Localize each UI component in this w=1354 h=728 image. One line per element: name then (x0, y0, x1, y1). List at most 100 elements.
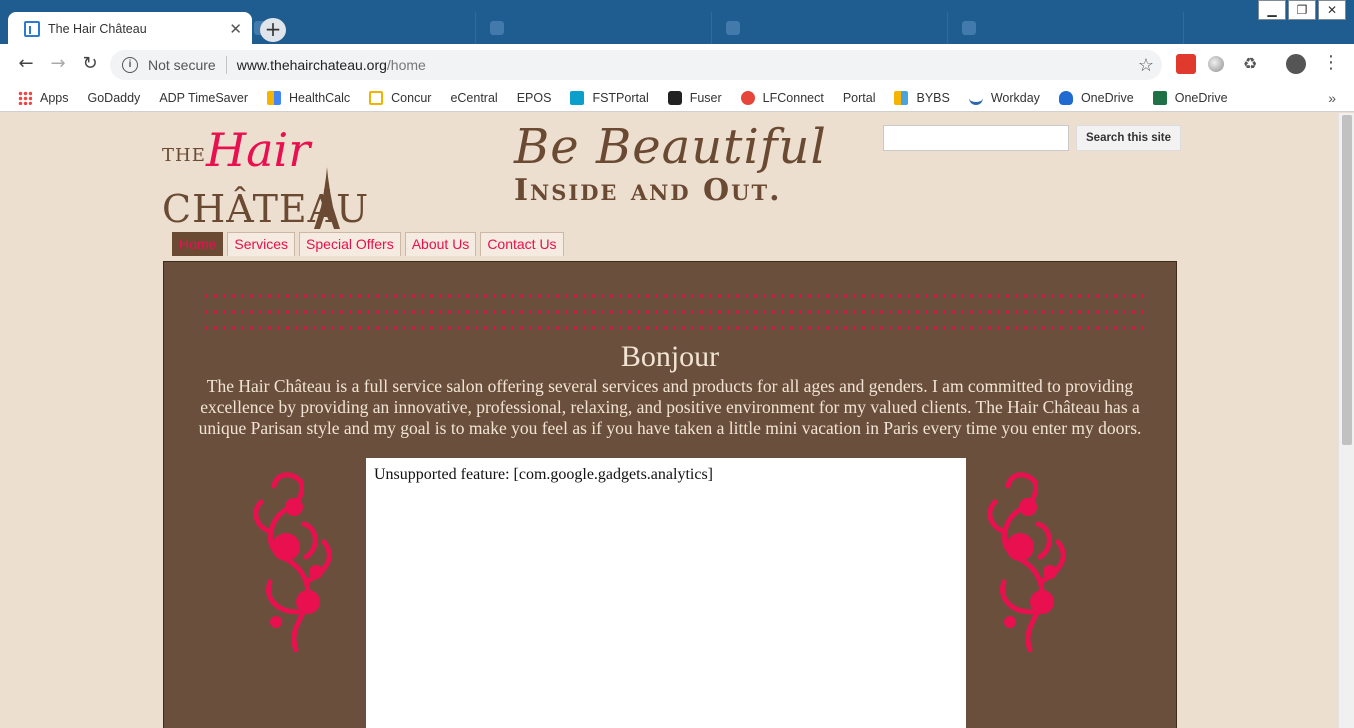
bookmark-item[interactable]: Apps (18, 90, 69, 105)
close-window-button[interactable]: ✕ (1318, 0, 1346, 20)
bookmark-label: Apps (40, 90, 69, 105)
dotted-divider (202, 294, 1144, 298)
background-tab[interactable] (476, 12, 712, 44)
extension-circle-icon[interactable] (1208, 56, 1224, 72)
site-logo[interactable]: THE Hair CHÂTEAU (162, 123, 372, 231)
bookmarks-bar: Apps GoDaddy ADP TimeSaver HealthCalc Concur… (0, 84, 1354, 211)
bookmark-label: ADP TimeSaver (159, 90, 249, 105)
tab-favicon-icon (726, 21, 740, 35)
tab-favicon-icon (490, 21, 504, 35)
bookmark-item[interactable]: OneDrive (1152, 90, 1228, 105)
intro-text: The Hair Château is a full service salon… (198, 376, 1142, 438)
security-label: Not secure (148, 57, 216, 73)
back-arrow-icon[interactable]: ← (14, 52, 38, 76)
bookmark-item[interactable]: LFConnect (740, 90, 824, 105)
url-domain: www.thehairchateau.org (236, 57, 387, 73)
info-icon[interactable]: i (122, 57, 138, 73)
bookmark-item[interactable]: Concur (369, 90, 432, 105)
page-heading: Bonjour (620, 340, 720, 373)
bookmark-label: Workday (990, 90, 1040, 105)
bookmark-label: OneDrive (1080, 90, 1134, 105)
tab-favicon-icon (962, 21, 976, 35)
nav-contact-us[interactable]: Contact Us (480, 232, 564, 256)
reload-icon[interactable]: ↻ (78, 52, 102, 76)
dotted-divider (202, 310, 1144, 314)
browser-toolbar: ← → ↻ i Not secure www.thehairchateau.or… (0, 44, 1354, 84)
site-favicon-icon (24, 21, 40, 37)
bookmark-item[interactable]: OneDrive (1058, 90, 1134, 105)
more-bookmarks-icon[interactable]: » (1328, 90, 1336, 106)
new-tab-button[interactable]: + (260, 18, 286, 42)
eiffel-tower-icon (314, 167, 340, 229)
gadget-message: Unsupported feature: [com.google.gadgets… (374, 466, 713, 483)
extension-red-icon[interactable] (1176, 54, 1196, 74)
logo-hair: Hair (206, 123, 311, 177)
browser-tab-strip: The Hair Château ✕ + ▁ ❐ ✕ (0, 0, 1354, 44)
bookmark-star-icon[interactable]: ☆ (1138, 55, 1154, 76)
background-tab[interactable] (712, 12, 948, 44)
bookmark-label: Fuser (689, 90, 722, 105)
bookmark-item[interactable]: Portal (0, 90, 876, 211)
bookmark-label: Concur (391, 90, 432, 105)
bookmark-item[interactable]: EPOS (0, 90, 552, 211)
nav-about-us[interactable]: About Us (404, 232, 477, 256)
bookmark-label: eCentral (450, 90, 498, 105)
search-button[interactable]: Search this site (1076, 125, 1182, 151)
bookmark-label: FSTPortal (592, 90, 649, 105)
menu-kebab-icon[interactable]: ⋮ (1322, 52, 1340, 73)
active-tab[interactable]: The Hair Château ✕ (8, 12, 252, 44)
maximize-button[interactable]: ❐ (1288, 0, 1316, 20)
main-content: Bonjour The Hair Château is a full servi… (163, 261, 1177, 728)
bookmark-item[interactable]: Workday (968, 90, 1040, 105)
dotted-divider (202, 326, 1144, 330)
extension-recycle-icon[interactable]: ♻ (1240, 54, 1260, 74)
profile-avatar-icon[interactable] (1286, 54, 1306, 74)
bookmark-label: EPOS (516, 90, 552, 105)
bookmark-label: LFConnect (762, 90, 824, 105)
bookmark-label: OneDrive (1174, 90, 1228, 105)
nav-home[interactable]: Home (172, 232, 224, 256)
site-search: Search this site (883, 125, 1182, 151)
bookmark-item[interactable]: eCentral (0, 90, 498, 211)
concur-icon (369, 90, 384, 105)
bookmark-item[interactable]: Fuser (667, 90, 722, 105)
bookmark-label: BYBS (916, 90, 950, 105)
floral-swirl-icon (987, 472, 1066, 652)
scrollbar-thumb[interactable] (1342, 115, 1352, 445)
nav-services[interactable]: Services (227, 232, 296, 256)
address-bar[interactable]: i Not secure www.thehairchateau.org/home… (110, 50, 1162, 80)
sharepoint-icon (570, 90, 585, 105)
bookmark-item[interactable]: HealthCalc (267, 90, 351, 105)
healthcalc-icon (267, 90, 282, 105)
bookmark-item[interactable]: ADP TimeSaver (0, 90, 249, 211)
apps-grid-icon (18, 90, 32, 105)
onedrive-icon (1058, 90, 1073, 105)
tagline-line2: Inside and Out. (514, 173, 782, 208)
bookmark-label: GoDaddy (87, 90, 141, 105)
tab-title: The Hair Château (48, 22, 147, 36)
excel-icon (1152, 90, 1167, 105)
tagline: Be Beautiful Inside and Out. (514, 119, 827, 208)
bookmark-label: HealthCalc (289, 90, 351, 105)
window-controls: ▁ ❐ ✕ (1256, 0, 1346, 20)
page-viewport: THE Hair CHÂTEAU Be Beautiful Inside and… (0, 113, 1338, 728)
bookmark-label: Portal (842, 90, 876, 105)
nav-special-offers[interactable]: Special Offers (299, 232, 401, 256)
minimize-button[interactable]: ▁ (1258, 0, 1286, 20)
close-tab-icon[interactable]: ✕ (229, 20, 242, 38)
bybs-icon (894, 90, 909, 105)
floral-swirl-icon (253, 472, 332, 652)
forward-arrow-icon[interactable]: → (46, 52, 70, 76)
bookmark-item[interactable]: GoDaddy (0, 90, 141, 211)
logo-the: THE (162, 145, 206, 166)
workday-icon (968, 90, 983, 105)
bookmark-item[interactable]: BYBS (894, 90, 950, 105)
bookmark-item[interactable]: FSTPortal (570, 90, 649, 105)
background-tabs (240, 12, 1184, 44)
site-nav: Home Services Special Offers About Us Co… (172, 232, 568, 256)
page-scrollbar[interactable] (1338, 113, 1354, 728)
address-separator (225, 56, 227, 74)
analytics-gadget: Unsupported feature: [com.google.gadgets… (366, 458, 966, 728)
background-tab[interactable] (948, 12, 1184, 44)
search-input[interactable] (883, 125, 1069, 151)
